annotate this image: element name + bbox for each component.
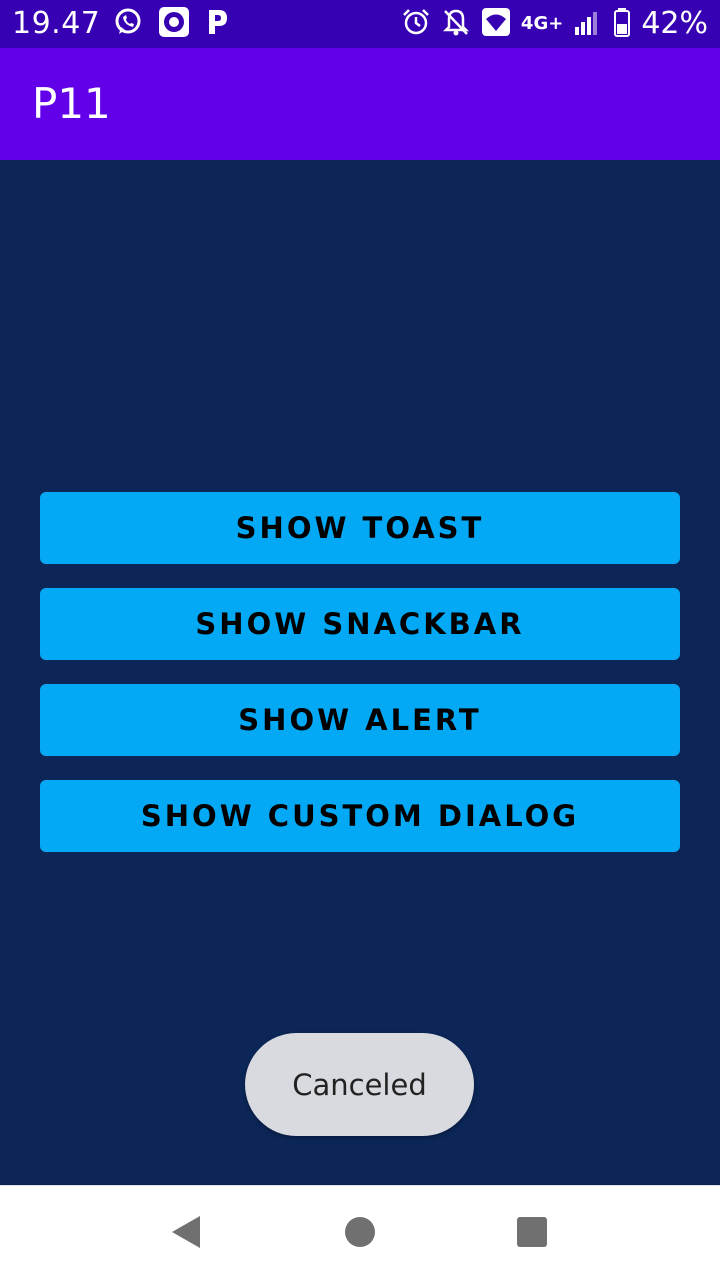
status-bar: 19.47 4G+ 42%	[0, 0, 720, 48]
back-icon	[168, 1214, 202, 1254]
battery-icon	[613, 7, 631, 41]
show-custom-dialog-button[interactable]: SHOW CUSTOM DIALOG	[40, 780, 680, 852]
app-title: P11	[32, 79, 111, 128]
main-content: SHOW TOAST SHOW SNACKBAR SHOW ALERT SHOW…	[0, 160, 720, 1185]
home-icon	[344, 1216, 376, 1252]
status-time: 19.47	[12, 6, 101, 41]
recents-button[interactable]	[497, 1186, 567, 1281]
show-toast-button[interactable]: SHOW TOAST	[40, 492, 680, 564]
alarm-icon	[401, 7, 431, 41]
app-bar: P11	[0, 48, 720, 160]
whatsapp-icon	[112, 6, 144, 42]
network-type: 4G+	[520, 13, 564, 34]
show-alert-button[interactable]: SHOW ALERT	[40, 684, 680, 756]
battery-percent: 42%	[641, 6, 708, 41]
recents-icon	[516, 1216, 548, 1252]
show-snackbar-button[interactable]: SHOW SNACKBAR	[40, 588, 680, 660]
app-p-icon	[204, 6, 230, 42]
back-button[interactable]	[150, 1186, 220, 1281]
bell-off-icon	[441, 7, 471, 41]
status-right-icons: 4G+ 42%	[401, 6, 708, 42]
music-icon	[158, 6, 190, 42]
navigation-bar	[0, 1185, 720, 1281]
signal-icon	[573, 7, 603, 41]
toast-message: Canceled	[245, 1033, 474, 1136]
home-button[interactable]	[325, 1186, 395, 1281]
status-left-icons	[112, 6, 230, 42]
wifi-call-icon	[481, 7, 511, 41]
